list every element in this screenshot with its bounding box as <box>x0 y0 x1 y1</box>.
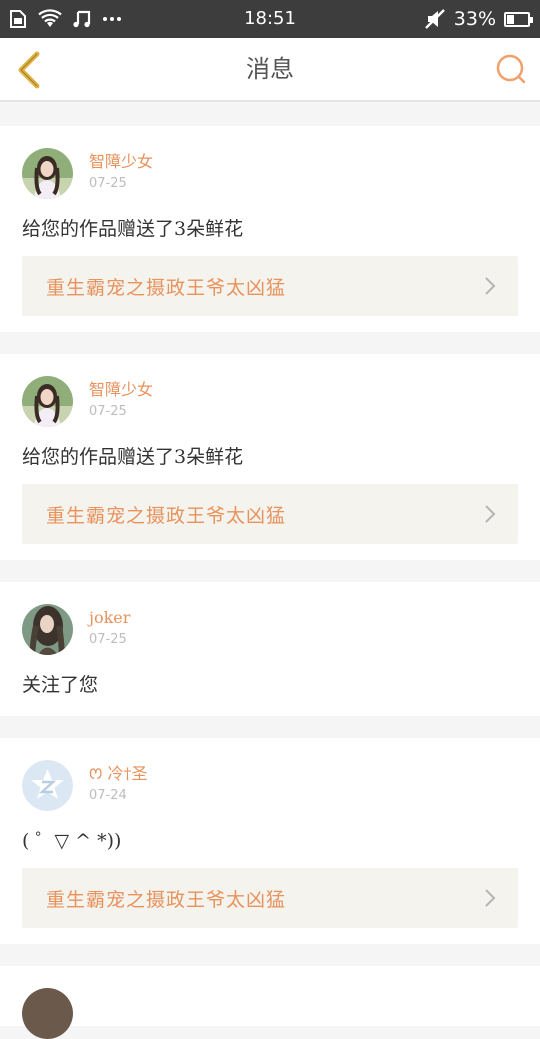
message-meta: ꯁ 冷†圣 07-24 <box>89 760 147 805</box>
user-name[interactable]: ꯁ 冷†圣 <box>89 764 147 784</box>
search-icon[interactable] <box>494 52 528 86</box>
work-title: 重生霸宠之摄政王爷太凶猛 <box>46 888 287 911</box>
girl-avatar-icon <box>22 148 73 199</box>
status-icons-right: 33% <box>424 0 533 38</box>
nav-bar: 消息 <box>0 38 540 102</box>
work-link[interactable]: 重生霸宠之摄政王爷太凶猛 <box>22 868 518 928</box>
girl-avatar-dark-icon <box>22 604 73 655</box>
message-card[interactable]: 智障少女 07-25 给您的作品赠送了3朵鲜花 重生霸宠之摄政王爷太凶猛 <box>0 354 540 560</box>
chevron-right-icon <box>485 505 496 523</box>
message-header: ꯁ 冷†圣 07-24 <box>22 760 518 814</box>
message-card-partial[interactable] <box>0 966 540 1039</box>
battery-icon <box>504 11 533 27</box>
message-text: 给您的作品赠送了3朵鲜花 <box>22 218 244 240</box>
battery-fill <box>507 14 514 24</box>
message-date: 07-24 <box>89 788 127 803</box>
work-title: 重生霸宠之摄政王爷太凶猛 <box>46 276 287 299</box>
avatar[interactable] <box>22 604 73 655</box>
message-header: 智障少女 07-25 <box>22 148 518 202</box>
message-card[interactable]: 智障少女 07-25 给您的作品赠送了3朵鲜花 重生霸宠之摄政王爷太凶猛 <box>0 126 540 332</box>
user-name[interactable]: joker <box>89 608 130 628</box>
message-text: 给您的作品赠送了3朵鲜花 <box>22 446 244 468</box>
chevron-right-icon <box>485 277 496 295</box>
message-header: joker 07-25 <box>22 604 518 658</box>
battery-percent: 33% <box>453 8 496 30</box>
page-title: 消息 <box>246 55 294 83</box>
girl-avatar-icon <box>22 376 73 427</box>
work-link[interactable]: 重生霸宠之摄政王爷太凶猛 <box>22 256 518 316</box>
avatar[interactable] <box>22 376 73 427</box>
mute-icon <box>424 9 445 29</box>
qq-default-avatar-icon <box>22 760 73 811</box>
message-card[interactable]: ꯁ 冷†圣 07-24 ( ゜▽ ^ *)) 重生霸宠之摄政王爷太凶猛 <box>0 738 540 944</box>
avatar[interactable] <box>22 148 73 199</box>
user-name[interactable]: 智障少女 <box>89 380 153 400</box>
message-meta: 智障少女 07-25 <box>89 148 153 193</box>
message-list: 智障少女 07-25 给您的作品赠送了3朵鲜花 重生霸宠之摄政王爷太凶猛 智障少… <box>0 102 540 1039</box>
work-link[interactable]: 重生霸宠之摄政王爷太凶猛 <box>22 484 518 544</box>
message-date: 07-25 <box>89 404 127 419</box>
message-text: 关注了您 <box>22 674 99 696</box>
avatar[interactable] <box>22 760 73 811</box>
message-header: 智障少女 07-25 <box>22 376 518 430</box>
user-name[interactable]: 智障少女 <box>89 152 153 172</box>
message-date: 07-25 <box>89 632 127 647</box>
message-meta: 智障少女 07-25 <box>89 376 153 421</box>
message-meta: joker 07-25 <box>89 604 130 649</box>
status-bar: 18:51 33% <box>0 0 540 38</box>
chevron-right-icon <box>485 889 496 907</box>
message-card[interactable]: joker 07-25 关注了您 <box>0 582 540 716</box>
message-text: ( ゜▽ ^ *)) <box>22 830 122 852</box>
avatar[interactable] <box>22 988 73 1039</box>
back-arrow-icon[interactable] <box>12 50 48 90</box>
work-title: 重生霸宠之摄政王爷太凶猛 <box>46 504 287 527</box>
message-date: 07-25 <box>89 176 127 191</box>
